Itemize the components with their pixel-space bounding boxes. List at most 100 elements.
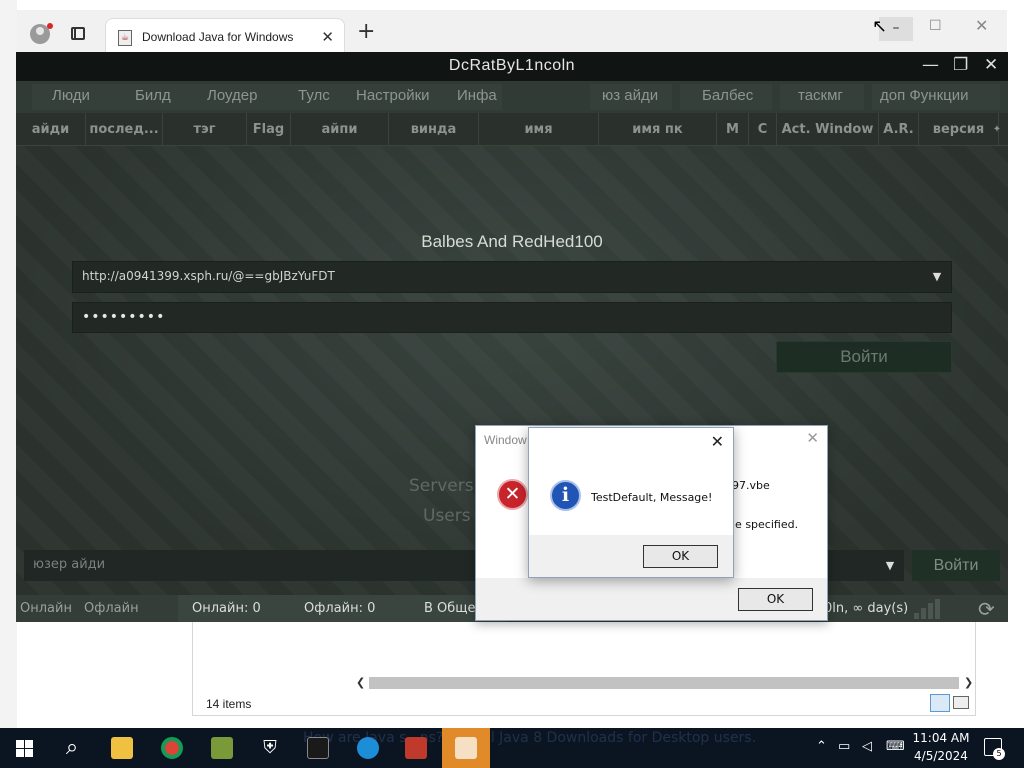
users-label: Users xyxy=(423,506,471,526)
server-url-combobox[interactable]: http://a0941399.xsph.ru/@==gbJBzYuFDT ▼ xyxy=(72,261,952,293)
tab-online[interactable]: Онлайн xyxy=(20,601,72,616)
col-tag[interactable]: тэг xyxy=(163,113,247,146)
app-titlebar: DcRatByL1ncoln — ❐ ✕ xyxy=(16,52,1008,81)
scroll-left-icon[interactable]: ❮ xyxy=(356,676,365,689)
chevron-down-icon[interactable]: ▼ xyxy=(876,550,904,581)
col-flag[interactable]: Flag xyxy=(247,113,291,146)
menu-info[interactable]: Инфа xyxy=(457,87,497,104)
offline-count: Офлайн: 0 xyxy=(304,601,376,616)
mouse-cursor-icon: ↖ xyxy=(872,16,888,37)
app-maximize-button[interactable]: ❐ xyxy=(953,55,968,75)
browser-close-button[interactable]: ✕ xyxy=(975,16,988,35)
menu-balbes[interactable]: Балбес xyxy=(702,87,753,104)
col-os[interactable]: винда xyxy=(389,113,479,146)
user-id-placeholder: юзер айди xyxy=(33,557,106,572)
login-heading: Balbes And RedHed100 xyxy=(421,232,603,251)
tab-offline[interactable]: Офлайн xyxy=(84,601,139,616)
col-last[interactable]: послед... xyxy=(86,113,163,146)
menu-taskmgr[interactable]: таскмг xyxy=(798,87,843,104)
error-dialog-footer: OK xyxy=(476,578,827,620)
password-field[interactable]: ••••••••• xyxy=(72,302,952,333)
login-button[interactable]: Войти xyxy=(776,341,952,373)
clock-time[interactable]: 11:04 AM xyxy=(912,731,970,745)
menu-user-id[interactable]: юз айди xyxy=(602,87,658,104)
network-icon[interactable]: ▭ xyxy=(838,739,850,754)
details-view-icon[interactable] xyxy=(930,694,950,712)
start-button[interactable] xyxy=(0,728,48,768)
col-version[interactable]: версия xyxy=(919,113,999,146)
col-c[interactable]: C xyxy=(749,113,777,146)
info-dialog-footer: OK xyxy=(529,535,733,577)
error-message-line1: 97.vbe xyxy=(732,479,770,492)
app-close-button[interactable]: ✕ xyxy=(984,55,998,75)
clients-grid-header: айди послед... тэг Flag айпи винда имя и… xyxy=(16,113,1008,146)
browser-tab-bar: ☕ Download Java for Windows ✕ + – ☐ ✕ ↖ xyxy=(17,10,1007,57)
server-url-value: http://a0941399.xsph.ru/@==gbJBzYuFDT xyxy=(82,269,335,283)
items-count: 14 items xyxy=(206,697,252,711)
online-count: Онлайн: 0 xyxy=(192,601,261,616)
col-pc-name[interactable]: имя пк xyxy=(599,113,717,146)
search-icon[interactable]: ⌕ xyxy=(48,728,96,768)
column-add-icon[interactable]: ✦ xyxy=(988,113,1006,146)
horizontal-scrollbar[interactable] xyxy=(369,677,959,689)
col-active-window[interactable]: Act. Window xyxy=(777,113,879,146)
file-explorer-icon[interactable] xyxy=(98,728,146,768)
col-ip[interactable]: айпи xyxy=(291,113,389,146)
tab-title: Download Java for Windows xyxy=(142,30,294,44)
new-tab-button[interactable]: + xyxy=(357,20,375,44)
info-message: TestDefault, Message! xyxy=(591,491,713,504)
app-minimize-button[interactable]: — xyxy=(922,55,939,75)
info-dialog: ✕ i TestDefault, Message! OK xyxy=(528,427,734,578)
menu-settings[interactable]: Настройки xyxy=(356,87,430,104)
desktop-edge xyxy=(0,0,17,728)
chrome-icon[interactable] xyxy=(148,728,196,768)
menu-extra-functions[interactable]: доп Функции xyxy=(880,87,968,104)
java-favicon-icon: ☕ xyxy=(118,30,132,46)
python-icon[interactable] xyxy=(198,728,246,768)
volume-muted-icon[interactable]: ◁ xyxy=(862,739,872,754)
terminal-icon[interactable] xyxy=(294,728,342,768)
info-dialog-close-button[interactable]: ✕ xyxy=(711,432,724,451)
status-panel: Онлайн: 0 Офлайн: 0 В Общем xyxy=(178,595,508,622)
refresh-icon[interactable]: ⟳ xyxy=(978,597,995,621)
edge-icon[interactable] xyxy=(344,728,392,768)
large-icons-view-icon[interactable] xyxy=(953,696,969,709)
notification-dot xyxy=(47,23,53,29)
user-id-login-button[interactable]: Войти xyxy=(912,550,1000,581)
signal-bars-icon xyxy=(914,599,940,619)
clock-date[interactable]: 4/5/2024 xyxy=(912,749,970,763)
menu-people[interactable]: Люди xyxy=(52,87,90,104)
error-ok-button[interactable]: OK xyxy=(738,588,813,611)
language-icon[interactable]: ⌨ xyxy=(886,739,905,754)
chevron-down-icon[interactable]: ▼ xyxy=(923,262,951,292)
tab-close-button[interactable]: ✕ xyxy=(321,28,334,46)
colorful-app-icon[interactable] xyxy=(392,728,440,768)
tray-chevron-up-icon[interactable]: ⌃ xyxy=(816,739,827,754)
file-explorer-window: ❮ ❯ 14 items xyxy=(192,622,976,716)
browser-maximize-button[interactable]: ☐ xyxy=(929,18,942,34)
menu-build[interactable]: Билд xyxy=(135,87,171,104)
info-icon: i xyxy=(550,480,581,511)
tab-actions-icon[interactable] xyxy=(71,27,85,40)
col-id[interactable]: айди xyxy=(16,113,86,146)
col-ar[interactable]: A.R. xyxy=(879,113,919,146)
app-menu-bar: Люди Билд Лоудер Тулс Настройки Инфа юз … xyxy=(16,81,1008,113)
col-m[interactable]: M xyxy=(717,113,749,146)
password-mask: ••••••••• xyxy=(82,309,166,325)
app-title: DcRatByL1ncoln xyxy=(448,57,576,74)
scroll-right-icon[interactable]: ❯ xyxy=(964,676,973,689)
notification-badge: 5 xyxy=(993,748,1005,760)
menu-group-left xyxy=(32,84,502,110)
menu-loader[interactable]: Лоудер xyxy=(207,87,257,104)
error-message-line2: le specified. xyxy=(732,518,799,531)
uptime-text: 0ln, ∞ day(s) xyxy=(824,601,909,616)
menu-tools[interactable]: Тулс xyxy=(298,87,330,104)
servers-label: Servers xyxy=(409,476,474,496)
taskbar: How are Java s...ns? See all Java 8 Down… xyxy=(0,728,1024,768)
java-installer-icon[interactable] xyxy=(442,728,490,768)
error-icon: ✕ xyxy=(497,479,528,510)
security-shield-icon[interactable]: ⛨ xyxy=(246,728,294,768)
error-dialog-close-button[interactable]: ✕ xyxy=(806,429,819,447)
info-ok-button[interactable]: OK xyxy=(643,545,718,568)
col-name[interactable]: имя xyxy=(479,113,599,146)
